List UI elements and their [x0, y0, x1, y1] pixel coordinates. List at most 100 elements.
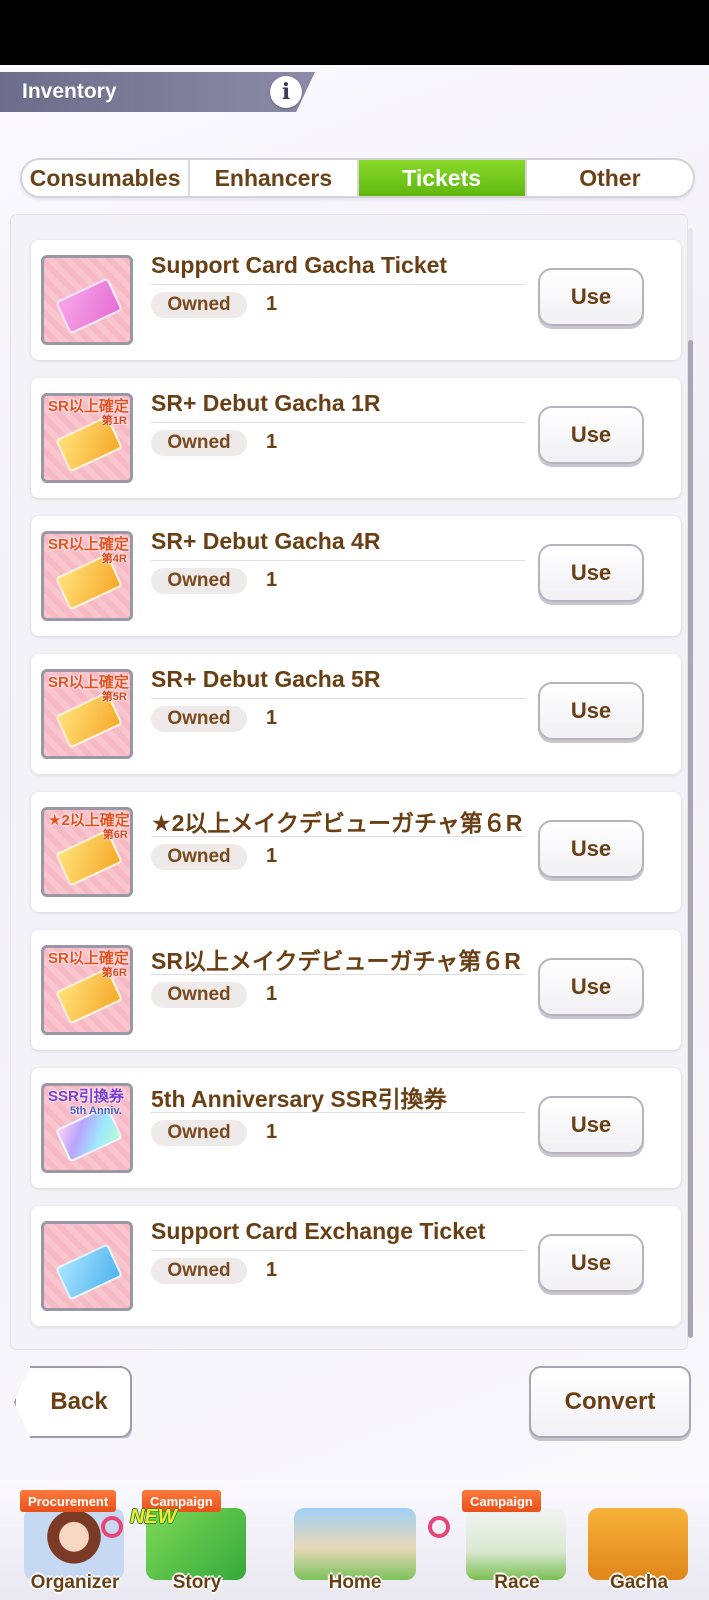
ticket-thumbnail: SR以上確定 第6R	[41, 945, 133, 1035]
tab-other[interactable]: Other	[527, 160, 693, 196]
list-item: SR以上確定 第4R SR+ Debut Gacha 4R Owned 1 Use	[31, 516, 681, 636]
status-bar	[0, 0, 709, 65]
nav-label: Home	[328, 1572, 382, 1593]
nav-badge: Campaign	[462, 1490, 541, 1512]
use-button[interactable]: Use	[538, 1096, 644, 1154]
owned-label: Owned	[151, 430, 247, 456]
ticket-thumbnail: SR以上確定 第1R	[41, 393, 133, 483]
thumb-text: SSR引換券	[48, 1088, 124, 1105]
blue-ticket-icon	[55, 1243, 123, 1301]
owned-label: Owned	[151, 1120, 247, 1146]
divider	[151, 698, 525, 699]
use-button[interactable]: Use	[538, 682, 644, 740]
divider	[151, 284, 525, 285]
ticket-thumbnail: ★2以上確定 第6R	[41, 807, 133, 897]
use-button[interactable]: Use	[538, 268, 644, 326]
divider	[151, 1112, 525, 1113]
thumb-label: SR以上確定 第6R	[48, 951, 129, 981]
tab-consumables[interactable]: Consumables	[22, 160, 191, 196]
ticket-thumbnail: SSR引換券 5th Anniv.	[41, 1083, 133, 1173]
pink-ticket-icon	[55, 277, 123, 335]
nav-organizer[interactable]: Procurement Organizer	[14, 1490, 136, 1596]
thumb-sub: 第6R	[101, 967, 127, 979]
item-name: SR+ Debut Gacha 5R	[151, 666, 381, 692]
item-name: SR+ Debut Gacha 4R	[151, 528, 381, 554]
nav-gacha[interactable]: Gacha	[578, 1490, 700, 1596]
owned-label: Owned	[151, 844, 247, 870]
nav-label: Organizer	[30, 1572, 120, 1593]
thumb-label: SR以上確定 第4R	[48, 537, 129, 567]
race-gate-icon	[466, 1508, 566, 1580]
list-item: SR以上確定 第5R SR+ Debut Gacha 5R Owned 1 Use	[31, 654, 681, 774]
nav-race[interactable]: Campaign Race	[456, 1490, 578, 1596]
thumb-label: SR以上確定 第1R	[48, 399, 129, 429]
use-button[interactable]: Use	[538, 406, 644, 464]
use-button[interactable]: Use	[538, 1234, 644, 1292]
gacha-door-icon	[588, 1508, 688, 1580]
thumb-sub: 第4R	[101, 553, 127, 565]
nav-label: Story	[172, 1572, 222, 1593]
thumb-label: SR以上確定 第5R	[48, 675, 129, 705]
home-building-icon	[294, 1508, 416, 1580]
info-icon[interactable]: i	[270, 76, 302, 108]
thumb-sub: 5th Anniv.	[69, 1105, 122, 1117]
owned-label: Owned	[151, 706, 247, 732]
item-name: SR+ Debut Gacha 1R	[151, 390, 381, 416]
tab-tickets[interactable]: Tickets	[358, 160, 527, 196]
thumb-text: SR以上確定	[48, 398, 129, 415]
page-title: Inventory	[22, 80, 117, 103]
nav-label: Gacha	[609, 1572, 669, 1593]
thumb-sub: 第1R	[101, 415, 127, 427]
use-button[interactable]: Use	[538, 544, 644, 602]
thumb-text: ★2以上確定	[48, 812, 130, 829]
owned-count: 1	[266, 707, 278, 729]
list-item: Support Card Exchange Ticket Owned 1 Use	[31, 1206, 681, 1326]
thumb-label: ★2以上確定 第6R	[48, 813, 130, 843]
item-name: Support Card Exchange Ticket	[151, 1218, 486, 1244]
list-item: Support Card Gacha Ticket Owned 1 Use	[31, 240, 681, 360]
item-name: SR以上メイクデビューガチャ第６R	[151, 948, 521, 974]
owned-count: 1	[266, 845, 278, 867]
list-item: ★2以上確定 第6R ★2以上メイクデビューガチャ第６R Owned 1 Use	[31, 792, 681, 912]
thumb-sub: 第6R	[102, 829, 128, 841]
owned-count: 1	[266, 983, 278, 1005]
notification-icon	[428, 1516, 450, 1538]
item-name: ★2以上メイクデビューガチャ第６R	[151, 810, 523, 836]
thumb-text: SR以上確定	[48, 674, 129, 691]
divider	[151, 836, 525, 837]
owned-label: Owned	[151, 1258, 247, 1284]
nav-label: Race	[494, 1572, 540, 1593]
owned-label: Owned	[151, 568, 247, 594]
nav-badge: Procurement	[20, 1490, 117, 1512]
ticket-thumbnail: SR以上確定 第4R	[41, 531, 133, 621]
inventory-tabs: Consumables Enhancers Tickets Other	[20, 158, 695, 198]
notification-icon	[101, 1516, 123, 1538]
back-button[interactable]: Back	[14, 1366, 132, 1438]
use-button[interactable]: Use	[538, 820, 644, 878]
thumb-sub: 第5R	[101, 691, 127, 703]
nav-home[interactable]: Home	[286, 1490, 424, 1596]
divider	[151, 1250, 525, 1251]
divider	[151, 560, 525, 561]
list-item: SSR引換券 5th Anniv. 5th Anniversary SSR引換券 …	[31, 1068, 681, 1188]
ticket-thumbnail	[41, 1221, 133, 1311]
owned-count: 1	[266, 569, 278, 591]
owned-label: Owned	[151, 292, 247, 318]
thumb-label: SSR引換券 5th Anniv.	[48, 1089, 124, 1119]
thumb-text: SR以上確定	[48, 950, 129, 967]
list-item: SR以上確定 第6R SR以上メイクデビューガチャ第６R Owned 1 Use	[31, 930, 681, 1050]
owned-count: 1	[266, 1121, 278, 1143]
scrollbar-thumb[interactable]	[688, 340, 693, 1338]
owned-label: Owned	[151, 982, 247, 1008]
item-name: Support Card Gacha Ticket	[151, 252, 448, 278]
owned-count: 1	[266, 293, 278, 315]
item-name: 5th Anniversary SSR引換券	[151, 1086, 447, 1112]
convert-button[interactable]: Convert	[529, 1366, 691, 1438]
thumb-text: SR以上確定	[48, 536, 129, 553]
new-tag: NEW	[130, 1506, 177, 1528]
use-button[interactable]: Use	[538, 958, 644, 1016]
owned-count: 1	[266, 1259, 278, 1281]
ticket-thumbnail	[41, 255, 133, 345]
tab-enhancers[interactable]: Enhancers	[190, 160, 359, 196]
ticket-thumbnail: SR以上確定 第5R	[41, 669, 133, 759]
